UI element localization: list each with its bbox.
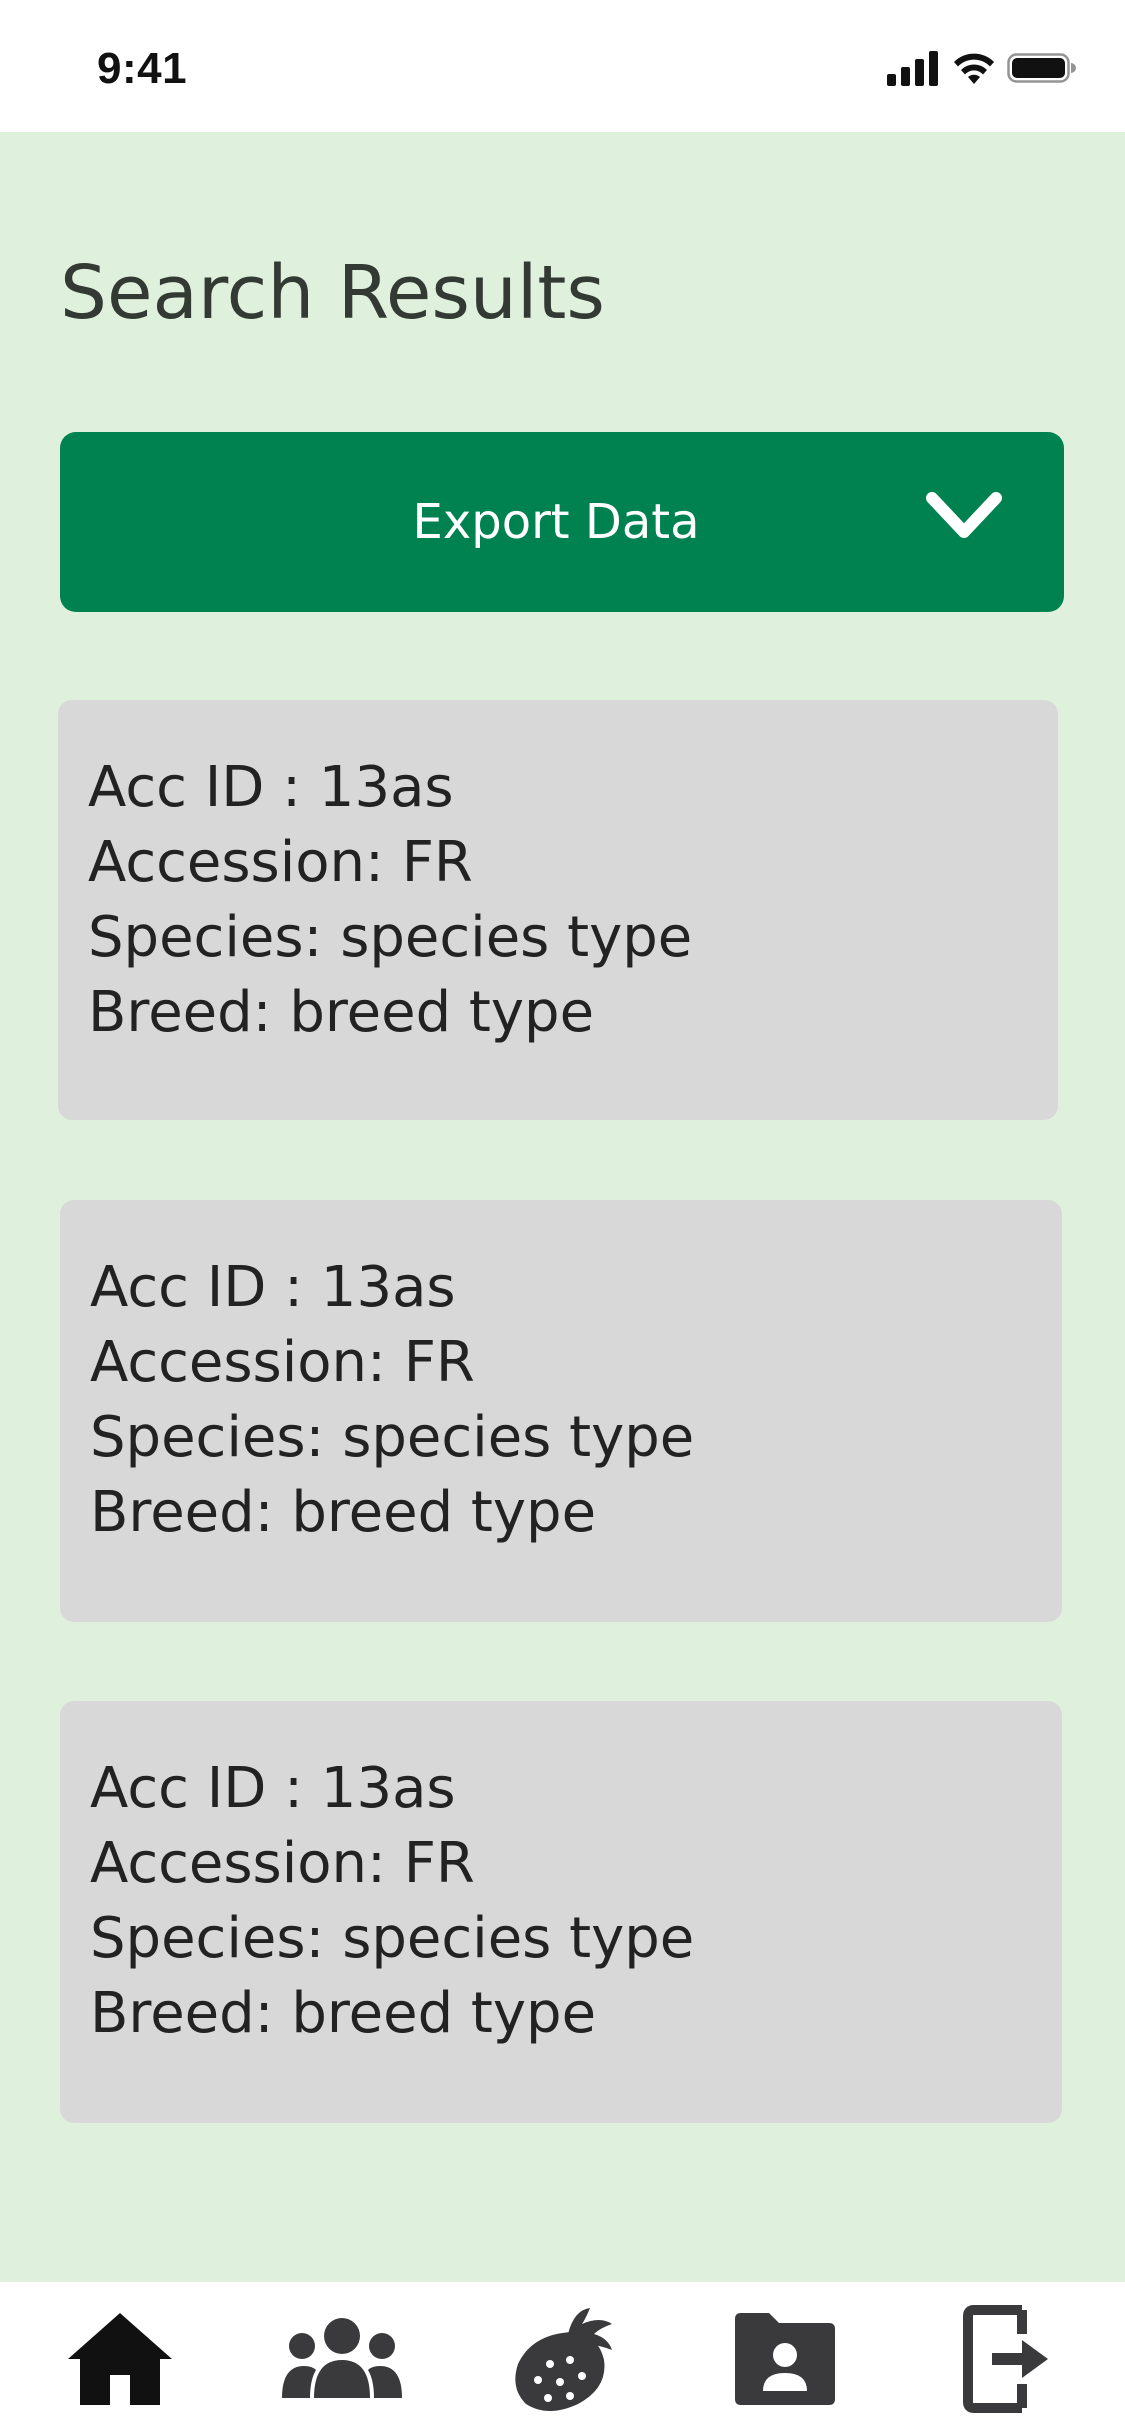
result-breed: Breed: breed type (90, 1981, 597, 2046)
result-species: Species: species type (90, 1405, 695, 1470)
result-card[interactable]: Acc ID : 13as Accession: FR Species: spe… (60, 1200, 1062, 1622)
nav-groups[interactable] (262, 2282, 422, 2436)
bottom-nav (0, 2282, 1125, 2436)
status-time: 9:41 (97, 44, 188, 93)
export-data-button[interactable]: Export Data (60, 432, 1064, 612)
status-bar: 9:41 (0, 0, 1125, 132)
result-acc-id: Acc ID : 13as (88, 755, 454, 820)
page-title: Search Results (60, 250, 605, 336)
home-icon (68, 2313, 172, 2405)
result-accession: Accession: FR (90, 1831, 475, 1896)
result-card[interactable]: Acc ID : 13as Accession: FR Species: spe… (58, 700, 1058, 1120)
wifi-icon (954, 53, 994, 84)
result-accession: Accession: FR (88, 830, 473, 895)
status-icons (887, 50, 1077, 90)
people-group-icon (282, 2318, 402, 2398)
nav-logout[interactable] (928, 2282, 1088, 2436)
result-card[interactable]: Acc ID : 13as Accession: FR Species: spe… (60, 1701, 1062, 2123)
nav-contacts[interactable] (705, 2282, 865, 2436)
result-accession: Accession: FR (90, 1330, 475, 1395)
battery-icon (1007, 53, 1076, 83)
cellular-signal-icon (887, 51, 938, 86)
result-breed: Breed: breed type (90, 1480, 597, 1545)
result-acc-id: Acc ID : 13as (90, 1255, 456, 1320)
logout-icon (963, 2305, 1048, 2413)
result-breed: Breed: breed type (88, 980, 595, 1045)
strawberry-icon (515, 2308, 612, 2411)
result-acc-id: Acc ID : 13as (90, 1756, 456, 1821)
export-data-label: Export Data (412, 494, 700, 550)
nav-fruits[interactable] (483, 2282, 643, 2436)
result-species: Species: species type (88, 905, 693, 970)
nav-home[interactable] (40, 2282, 200, 2436)
contact-folder-icon (735, 2313, 835, 2405)
result-species: Species: species type (90, 1906, 695, 1971)
chevron-down-icon[interactable] (926, 488, 1002, 544)
